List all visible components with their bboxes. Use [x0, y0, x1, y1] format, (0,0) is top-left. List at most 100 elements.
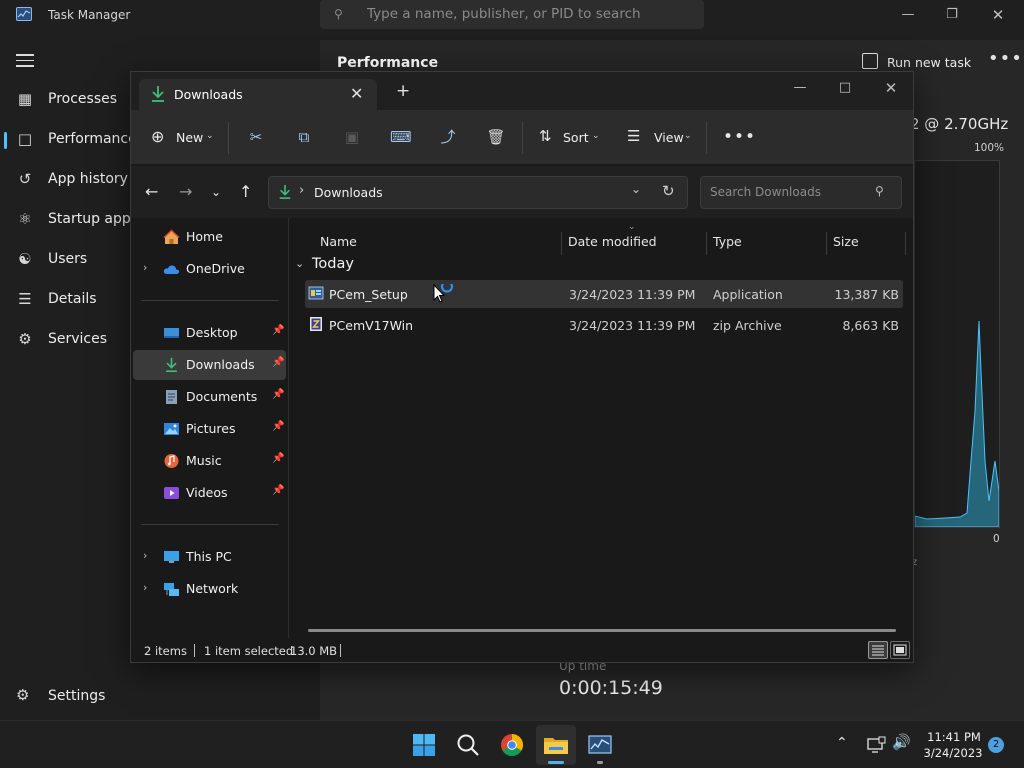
maximize-button[interactable]: □	[830, 78, 860, 98]
address-dropdown-icon[interactable]: ⌄	[631, 182, 641, 196]
share-icon[interactable]: ⤴	[438, 127, 458, 147]
sort-label: Sort	[563, 130, 589, 145]
column-header-date-modified[interactable]: Date modified ⌄	[562, 222, 706, 256]
network-status-icon[interactable]	[866, 736, 886, 758]
command-bar: ⊕ New ⌄ ✂ ⧉ ▣ ⌨ ⤴ 🗑 ⇅ Sort ⌄ ☰ View ⌄ ••…	[131, 110, 913, 165]
column-header-name[interactable]: Name	[291, 226, 561, 256]
group-label: Today	[312, 256, 354, 272]
address-bar[interactable]: › Downloads ⌄ ↻	[268, 176, 688, 209]
task-manager-app-icon	[16, 7, 32, 21]
column-header-size[interactable]: Size	[827, 226, 905, 256]
graph-min-label: 0	[993, 533, 1000, 545]
sidebar-item-services[interactable]: ⚙ Services	[0, 322, 130, 358]
column-header-type[interactable]: Type	[707, 226, 825, 256]
back-arrow-icon[interactable]: ←	[145, 183, 158, 201]
rename-icon[interactable]: ⌨	[390, 127, 412, 147]
sidebar-item-label: Users	[48, 251, 88, 267]
sidebar-item-settings[interactable]: ⚙ Settings	[0, 678, 130, 714]
notification-badge[interactable]: 2	[988, 737, 1004, 753]
status-selection-size: 13.0 MB	[290, 644, 338, 658]
sidebar-item-users[interactable]: ☯ Users	[0, 242, 130, 278]
table-row[interactable]: PCem_Setup 3/24/2023 11:39 PM Applicatio…	[305, 280, 903, 308]
users-icon: ☯	[18, 250, 32, 268]
toolbar-divider	[706, 122, 707, 154]
nav-item-home[interactable]: Home	[133, 222, 286, 252]
more-options-icon[interactable]: •••	[723, 127, 756, 149]
graph-max-label: 100%	[974, 142, 1005, 154]
sidebar-item-app-history[interactable]: ↺ App history	[0, 162, 130, 198]
nav-item-label: Pictures	[186, 421, 236, 436]
network-icon	[163, 581, 180, 597]
search-placeholder: Search Downloads	[710, 185, 821, 199]
details-view-button[interactable]	[868, 641, 888, 659]
new-tab-button[interactable]: +	[396, 83, 410, 100]
status-bar: 2 items 1 item selected 13.0 MB	[131, 638, 913, 662]
nav-item-this-pc[interactable]: › This PC	[133, 542, 286, 572]
close-tab-icon[interactable]: ✕	[350, 84, 363, 103]
minimize-button[interactable]: —	[785, 78, 815, 98]
nav-item-videos[interactable]: Videos 📌	[133, 478, 286, 508]
clock-time[interactable]: 11:41 PM	[924, 730, 984, 744]
nav-item-label: Home	[186, 229, 223, 244]
sidebar-item-label: Startup apps	[48, 211, 139, 227]
horizontal-scrollbar[interactable]	[308, 629, 896, 632]
nav-item-music[interactable]: Music 📌	[133, 446, 286, 476]
show-hidden-icons-chevron-icon[interactable]: ⌃	[836, 735, 848, 751]
sidebar-item-processes[interactable]: ▦ Processes	[0, 82, 130, 118]
nav-item-onedrive[interactable]: › OneDrive	[133, 254, 286, 284]
recent-locations-chevron-icon[interactable]: ⌄	[211, 183, 221, 201]
nav-item-downloads[interactable]: Downloads 📌	[133, 350, 286, 380]
nav-item-documents[interactable]: Documents 📌	[133, 382, 286, 412]
file-explorer-taskbar-icon[interactable]	[536, 725, 576, 765]
task-manager-taskbar-icon[interactable]	[580, 725, 620, 765]
task-manager-sidebar: ▦ Processes □ Performance ↺ App history …	[0, 40, 138, 720]
chevron-down-icon: ⌄	[206, 131, 214, 141]
forward-arrow-icon[interactable]: →	[179, 183, 192, 201]
computer-icon	[163, 549, 180, 565]
chrome-icon[interactable]	[492, 725, 532, 765]
task-manager-search-input[interactable]: ⚲ Type a name, publisher, or PID to sear…	[320, 0, 704, 29]
start-button[interactable]	[404, 725, 444, 765]
expand-chevron-icon[interactable]: ›	[143, 549, 147, 562]
restore-button[interactable]: ❐	[938, 5, 966, 25]
pane-splitter[interactable]	[288, 218, 289, 638]
cloud-icon	[163, 261, 180, 277]
close-button[interactable]: ✕	[876, 78, 906, 98]
close-button[interactable]: ✕	[984, 5, 1012, 25]
paste-icon[interactable]: ▣	[342, 127, 362, 147]
volume-icon[interactable]: 🔊	[892, 733, 911, 751]
table-row[interactable]: PCemV17Win 3/24/2023 11:39 PM zip Archiv…	[305, 311, 903, 339]
taskbar-search-button[interactable]	[448, 725, 488, 765]
sidebar-item-performance[interactable]: □ Performance	[0, 122, 137, 158]
refresh-icon[interactable]: ↻	[662, 182, 675, 200]
nav-item-desktop[interactable]: Desktop 📌	[133, 318, 286, 348]
sidebar-item-startup-apps[interactable]: ⚛ Startup apps	[0, 202, 138, 238]
copy-icon[interactable]: ⧉	[294, 127, 314, 147]
pin-icon: 📌	[272, 389, 285, 400]
sidebar-item-details[interactable]: ☰ Details	[0, 282, 130, 318]
file-size: 13,387 KB	[834, 287, 899, 302]
more-options-icon[interactable]: •••	[988, 48, 1023, 69]
breadcrumb[interactable]: Downloads	[314, 185, 383, 200]
expand-chevron-icon[interactable]: ›	[143, 261, 147, 274]
hamburger-menu-icon[interactable]	[16, 54, 34, 68]
minimize-button[interactable]: —	[894, 5, 922, 25]
details-icon: ☰	[18, 290, 32, 308]
pin-icon: 📌	[272, 325, 285, 336]
address-row: ← → ⌄ ↑ › Downloads ⌄ ↻ Search Downloads…	[131, 166, 913, 218]
column-divider[interactable]	[905, 232, 906, 255]
nav-item-network[interactable]: › Network	[133, 574, 286, 604]
up-arrow-icon[interactable]: ↑	[239, 183, 252, 201]
search-icon: ⚲	[875, 184, 884, 198]
cut-icon[interactable]: ✂	[246, 127, 266, 147]
clock-date[interactable]: 3/24/2023	[920, 746, 986, 760]
delete-icon[interactable]: 🗑	[486, 127, 506, 147]
download-icon	[163, 357, 180, 373]
expand-chevron-icon[interactable]: ›	[143, 581, 147, 594]
tab-downloads[interactable]: Downloads ✕	[139, 79, 377, 110]
status-item-count: 2 items	[144, 644, 187, 658]
tiles-view-button[interactable]	[890, 641, 910, 659]
search-input[interactable]: Search Downloads ⚲	[700, 176, 902, 209]
nav-item-label: Videos	[186, 485, 228, 500]
nav-item-pictures[interactable]: Pictures 📌	[133, 414, 286, 444]
